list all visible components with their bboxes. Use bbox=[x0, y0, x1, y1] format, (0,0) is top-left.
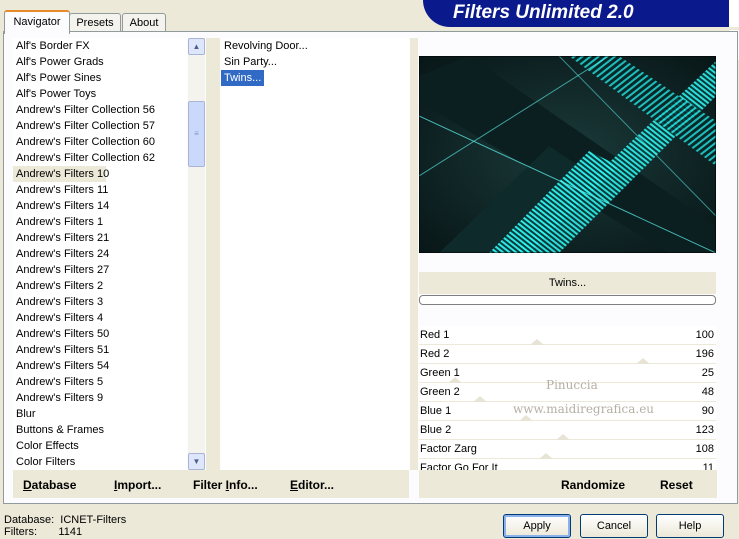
progress-bar bbox=[419, 295, 716, 305]
list-item[interactable]: Andrew's Filters 11 bbox=[13, 182, 187, 198]
list-item[interactable]: Revolving Door... bbox=[221, 38, 409, 54]
category-list[interactable]: Alf's Border FX Alf's Power Grads Alf's Po… bbox=[13, 38, 187, 470]
reset-button[interactable]: Reset bbox=[660, 477, 693, 493]
list-item[interactable]: Andrew's Filters 50 bbox=[13, 326, 187, 342]
list-item[interactable]: Blur bbox=[13, 406, 187, 422]
list-item[interactable]: Andrew's Filters 9 bbox=[13, 390, 187, 406]
scroll-thumb[interactable]: ≡ bbox=[188, 101, 205, 167]
list-item[interactable]: Andrew's Filter Collection 60 bbox=[13, 134, 187, 150]
list-item[interactable]: Alf's Power Grads bbox=[13, 54, 187, 70]
parameter-name: Green 2 bbox=[420, 386, 460, 398]
list-item[interactable]: Alf's Border FX bbox=[13, 38, 187, 54]
tab-presets[interactable]: Presets bbox=[69, 13, 121, 32]
list-item[interactable]: Andrew's Filters 5 bbox=[13, 374, 187, 390]
scroll-down-icon[interactable]: ▼ bbox=[188, 453, 205, 470]
editor-button[interactable]: Editor... bbox=[290, 477, 334, 493]
list-item[interactable]: Andrew's Filters 54 bbox=[13, 358, 187, 374]
list-item[interactable]: Andrew's Filters 1 bbox=[13, 214, 187, 230]
randomize-button[interactable]: Randomize bbox=[561, 477, 625, 493]
parameter-value: 25 bbox=[701, 367, 714, 379]
status-database: Database: ICNET-Filters bbox=[4, 514, 127, 526]
list-item[interactable]: Andrew's Filters 4 bbox=[13, 310, 187, 326]
database-button[interactable]: Database bbox=[23, 477, 76, 493]
apply-button[interactable]: Apply bbox=[503, 514, 571, 538]
filter-info-button[interactable]: Filter Info... bbox=[193, 477, 258, 493]
preview-image bbox=[419, 56, 716, 253]
list-item[interactable]: Andrew's Filter Collection 62 bbox=[13, 150, 187, 166]
list-item[interactable]: Andrew's Filters 21 bbox=[13, 230, 187, 246]
list-item[interactable]: Alf's Power Toys bbox=[13, 86, 187, 102]
list-item[interactable]: Color Effects bbox=[13, 438, 187, 454]
parameter-value: 48 bbox=[701, 386, 714, 398]
parameter-slider[interactable]: Red 1 100 bbox=[419, 326, 716, 346]
list-item[interactable]: Sin Party... bbox=[221, 54, 409, 70]
help-button[interactable]: Help bbox=[656, 514, 724, 538]
list-item[interactable]: Twins... bbox=[221, 70, 264, 86]
parameter-value: 196 bbox=[695, 348, 714, 360]
import-button[interactable]: Import... bbox=[114, 477, 161, 493]
filter-list[interactable]: Revolving Door... Sin Party... Twins... bbox=[221, 38, 409, 470]
filter-name-label: Twins... bbox=[419, 272, 716, 294]
parameter-name: Red 2 bbox=[420, 348, 450, 360]
preview-pattern-icon bbox=[419, 56, 716, 253]
list-item[interactable]: Andrew's Filters 3 bbox=[13, 294, 187, 310]
tab-navigator[interactable]: Navigator bbox=[4, 10, 70, 34]
list-item[interactable]: Andrew's Filter Collection 56 bbox=[13, 102, 187, 118]
watermark-name: Pinuccia bbox=[546, 378, 598, 392]
tab-about[interactable]: About bbox=[122, 13, 166, 32]
parameter-name: Blue 2 bbox=[420, 424, 452, 436]
list-item[interactable]: Andrew's Filters 2 bbox=[13, 278, 187, 294]
watermark-url: www.maidiregrafica.eu bbox=[513, 402, 655, 416]
list-item[interactable]: Andrew's Filters 51 bbox=[13, 342, 187, 358]
cancel-button[interactable]: Cancel bbox=[580, 514, 648, 538]
status-filters: Filters: 1141 bbox=[4, 526, 83, 538]
list-item[interactable]: Andrew's Filter Collection 57 bbox=[13, 118, 187, 134]
list-item[interactable]: Andrew's Filters 10 bbox=[13, 166, 109, 182]
banner-title: Filters Unlimited 2.0 bbox=[453, 2, 634, 23]
scroll-up-icon[interactable]: ▲ bbox=[188, 38, 205, 55]
parameter-slider[interactable]: Red 2 196 bbox=[419, 345, 716, 365]
parameter-name: Blue 1 bbox=[420, 405, 452, 417]
list-item[interactable]: Buttons & Frames bbox=[13, 422, 187, 438]
list-item[interactable]: Color Filters bbox=[13, 454, 187, 470]
list-item[interactable]: Alf's Power Sines bbox=[13, 70, 187, 86]
category-scrollbar[interactable]: ▲ ≡ ▼ bbox=[188, 38, 205, 470]
list-item[interactable]: Andrew's Filters 14 bbox=[13, 198, 187, 214]
parameter-name: Factor Zarg bbox=[420, 443, 477, 455]
parameter-value: 100 bbox=[695, 329, 714, 341]
title-banner: Filters Unlimited 2.0 bbox=[423, 0, 739, 27]
parameter-value: 90 bbox=[701, 405, 714, 417]
list-item[interactable]: Andrew's Filters 24 bbox=[13, 246, 187, 262]
list-item[interactable]: Andrew's Filters 27 bbox=[13, 262, 187, 278]
parameter-slider[interactable]: Blue 2 123 bbox=[419, 421, 716, 441]
parameter-value: 108 bbox=[695, 443, 714, 455]
parameter-name: Red 1 bbox=[420, 329, 450, 341]
parameter-value: 123 bbox=[695, 424, 714, 436]
parameter-slider[interactable]: Factor Zarg 108 bbox=[419, 440, 716, 460]
